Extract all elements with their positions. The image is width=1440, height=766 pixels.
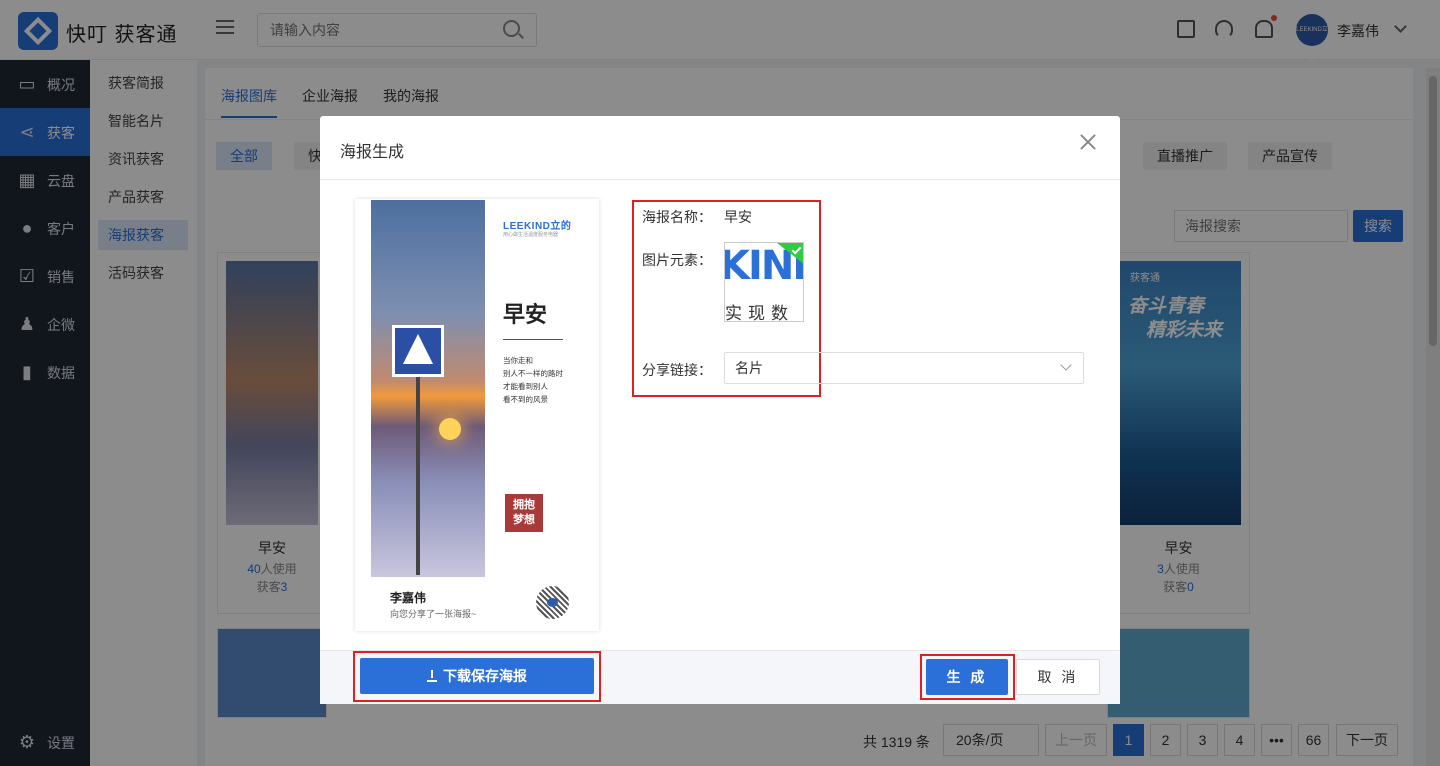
poster-preview: LEEKIND立的 用心做生活温度服务电器 早安 当你走和 别人不一样的路时 才… (355, 199, 599, 631)
download-poster-button[interactable]: 下载保存海报 (360, 658, 594, 694)
poster-name-value: 早安 (724, 209, 752, 225)
close-icon[interactable] (1078, 132, 1098, 152)
sign-pole-graphic (416, 360, 420, 575)
crosswalk-sign-icon (392, 325, 444, 377)
preview-share-text: 向您分享了一张海报~ (390, 609, 477, 619)
download-icon (427, 670, 437, 682)
preview-title: 早安 (503, 302, 548, 327)
preview-divider (503, 339, 563, 340)
poster-name-label: 海报名称： (642, 209, 712, 225)
generate-button[interactable]: 生 成 (926, 659, 1008, 695)
sun-graphic (439, 418, 461, 440)
image-element-thumbnail[interactable]: KINL 实现数 (724, 242, 804, 322)
poster-photo (371, 200, 485, 577)
brand-logo: LEEKIND立的 (503, 221, 572, 232)
dialog-title: 海报生成 (340, 144, 405, 161)
dialog-divider (320, 179, 1120, 180)
qr-code-icon (536, 586, 569, 619)
brand-tagline: 用心做生活温度服务电器 (503, 232, 559, 238)
download-button-label: 下载保存海报 (443, 668, 527, 684)
cancel-button[interactable]: 取 消 (1016, 659, 1100, 695)
thumbnail-sub-text: 实现数 (725, 304, 794, 322)
preview-stamp: 拥抱 梦想 (505, 494, 543, 532)
preview-poem: 当你走和 别人不一样的路时 才能看到别人 看不到的风景 (503, 356, 563, 404)
poster-generate-dialog: 海报生成 LEEKIND立的 用心做生活温度服务电器 早安 当你走和 别人不一样… (320, 116, 1120, 704)
image-element-label: 图片元素： (642, 252, 712, 268)
share-link-select[interactable]: 名片 (724, 352, 1084, 384)
share-link-label: 分享链接： (642, 362, 712, 378)
stamp-text: 拥抱 梦想 (513, 499, 535, 526)
preview-user-name: 李嘉伟 (390, 591, 427, 605)
